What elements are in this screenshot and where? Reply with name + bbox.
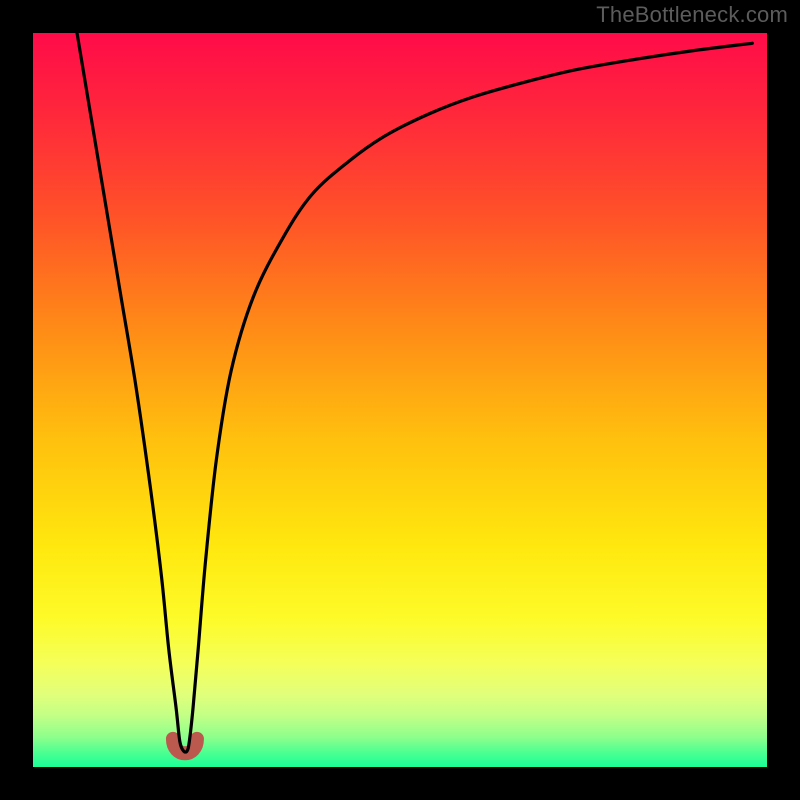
plot-area	[33, 33, 767, 767]
curve-line	[77, 33, 752, 752]
bottleneck-curve	[33, 33, 767, 767]
watermark-text: TheBottleneck.com	[596, 2, 788, 28]
chart-frame: TheBottleneck.com	[0, 0, 800, 800]
